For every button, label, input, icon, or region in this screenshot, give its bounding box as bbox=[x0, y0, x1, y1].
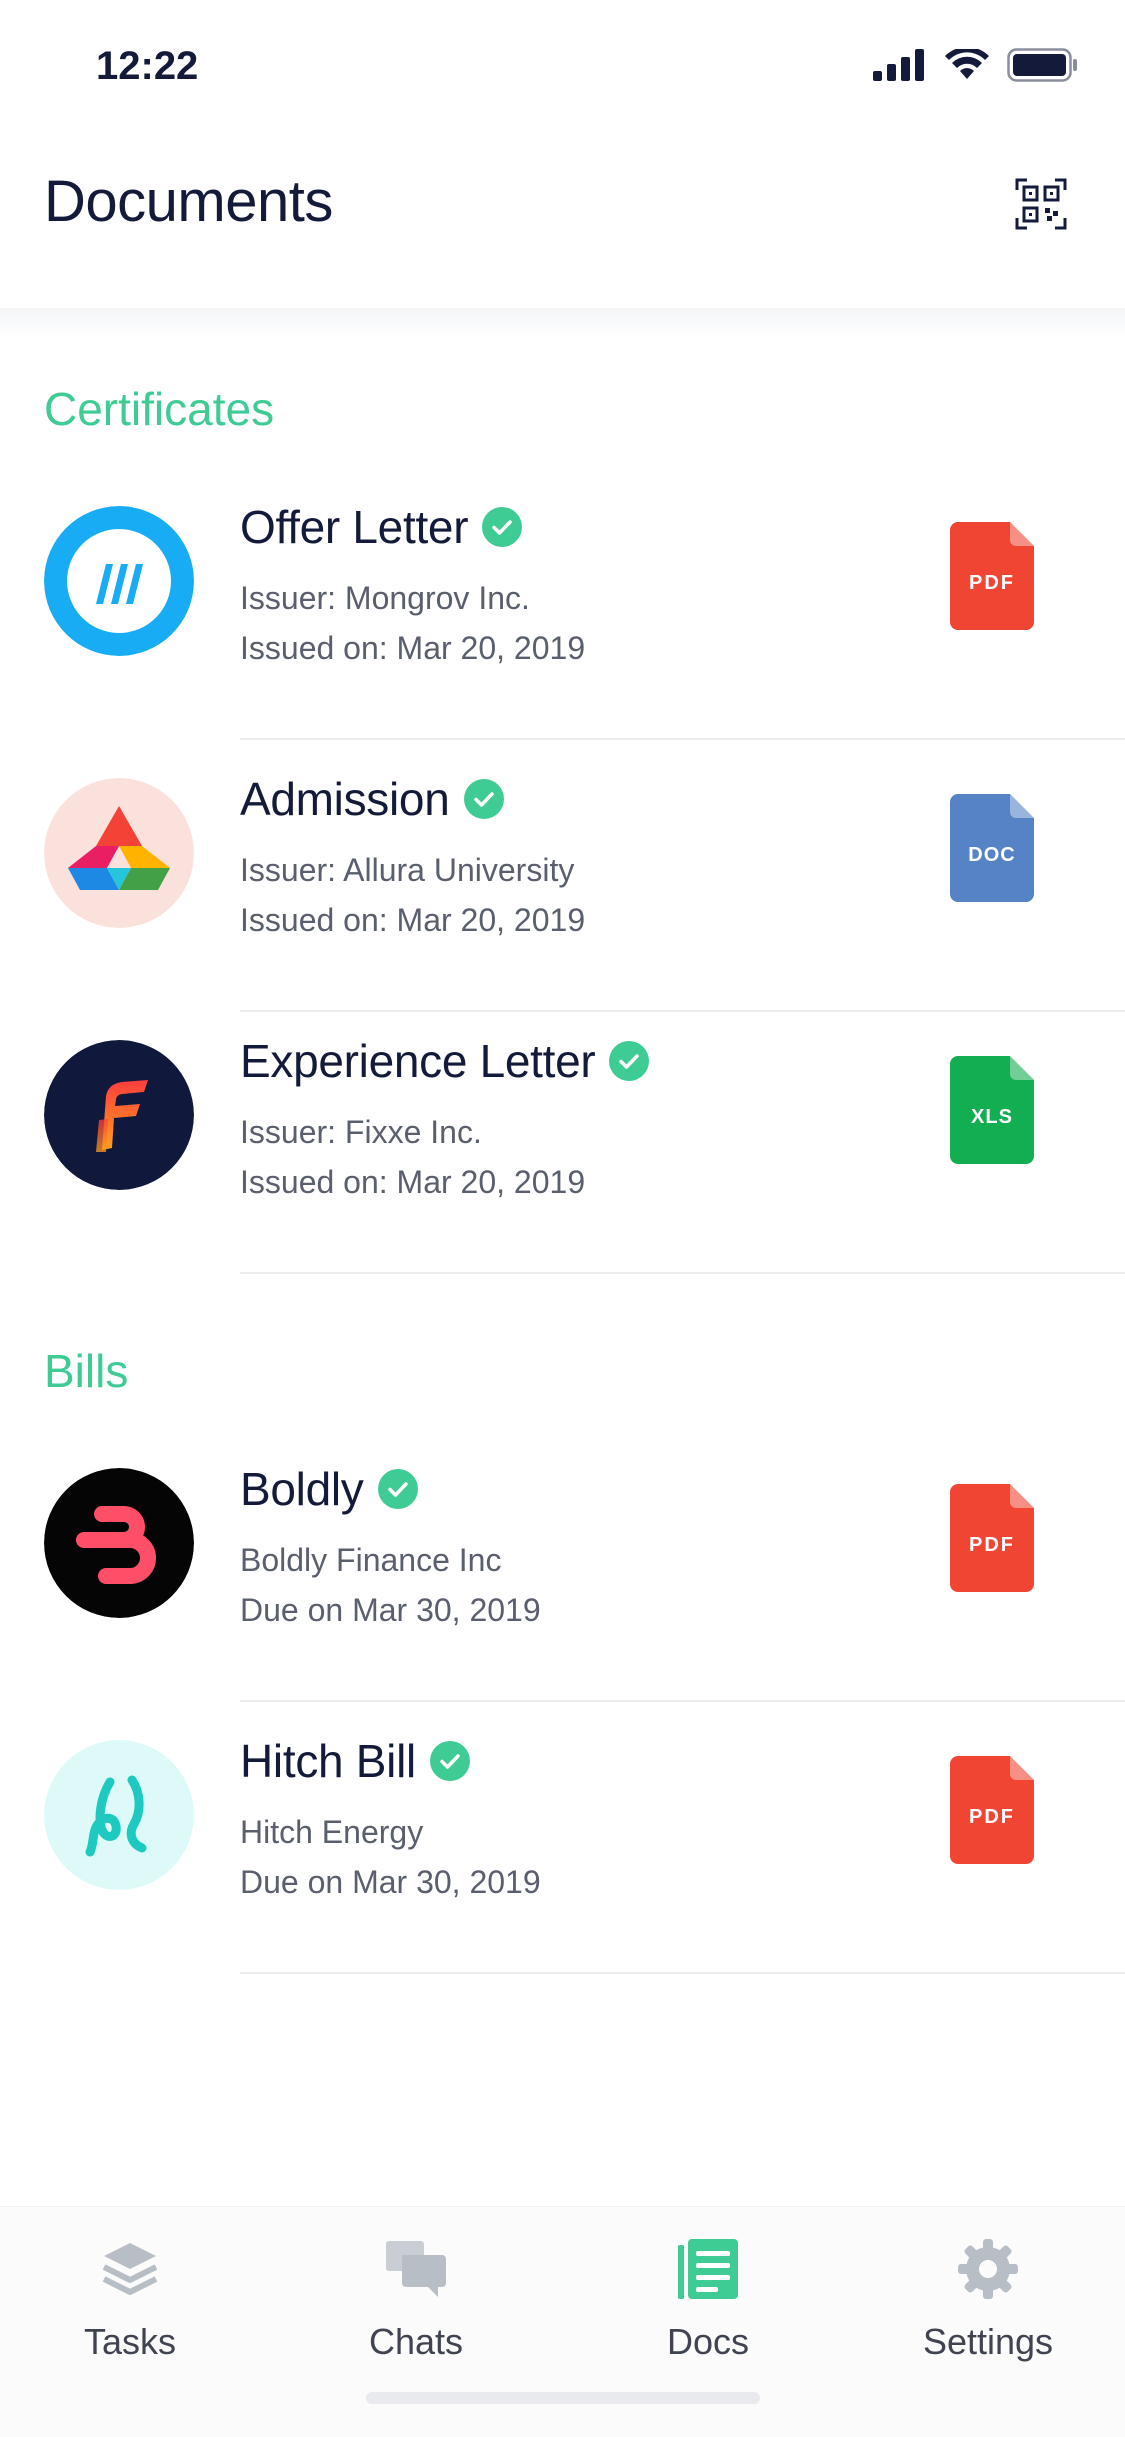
document-item-admission[interactable]: Admission Issuer: Allura University Issu… bbox=[0, 742, 1125, 1012]
signal-icon bbox=[873, 49, 924, 81]
pdf-file-icon[interactable]: PDF bbox=[950, 522, 1034, 630]
file-type-label: PDF bbox=[969, 572, 1015, 594]
document-due-date: Due on Mar 30, 2019 bbox=[240, 1864, 541, 1900]
status-icons bbox=[873, 48, 1079, 82]
header-shadow bbox=[0, 308, 1125, 338]
file-type-label: PDF bbox=[969, 1534, 1015, 1556]
document-title: Admission bbox=[240, 773, 450, 825]
file-type-label: DOC bbox=[968, 844, 1015, 866]
battery-icon bbox=[1007, 48, 1077, 82]
document-issuer: Boldly Finance Inc bbox=[240, 1542, 502, 1578]
document-issuer: Hitch Energy bbox=[240, 1814, 424, 1850]
document-title: Hitch Bill bbox=[240, 1735, 416, 1787]
document-title: Offer Letter bbox=[240, 501, 469, 553]
status-bar: 12:22 bbox=[0, 0, 1125, 140]
header: Documents bbox=[0, 140, 1125, 308]
divider bbox=[240, 738, 1125, 740]
layers-icon bbox=[102, 2243, 158, 2295]
document-date: Issued on: Mar 20, 2019 bbox=[240, 1164, 586, 1200]
document-due-date: Due on Mar 30, 2019 bbox=[240, 1592, 541, 1628]
document-item-offer-letter[interactable]: Offer Letter Issuer: Mongrov Inc. Issued… bbox=[0, 470, 1125, 740]
document-issuer: Issuer: Allura University bbox=[240, 852, 575, 888]
divider bbox=[240, 1972, 1125, 1974]
doc-file-icon[interactable]: DOC bbox=[950, 794, 1034, 902]
tab-docs[interactable]: Docs bbox=[608, 2237, 808, 2363]
document-title-row: Experience Letter bbox=[240, 1034, 650, 1088]
verified-check-icon bbox=[463, 779, 504, 819]
divider bbox=[240, 1272, 1125, 1274]
avatar-allura bbox=[44, 778, 194, 928]
verified-check-icon bbox=[609, 1041, 650, 1081]
gear-icon bbox=[958, 2239, 1018, 2299]
qr-code-icon bbox=[1015, 178, 1067, 230]
document-date: Issued on: Mar 20, 2019 bbox=[240, 902, 586, 938]
chat-bubbles-icon bbox=[386, 2241, 446, 2297]
verified-check-icon bbox=[482, 507, 523, 547]
avatar-mongrov bbox=[44, 506, 194, 656]
section-title-bills: Bills bbox=[44, 1345, 129, 1397]
document-issuer: Issuer: Mongrov Inc. bbox=[240, 580, 530, 616]
document-issuer: Issuer: Fixxe Inc. bbox=[240, 1114, 482, 1150]
qr-scan-button[interactable] bbox=[1015, 178, 1067, 230]
document-title-row: Admission bbox=[240, 772, 504, 826]
tab-label: Settings bbox=[922, 2321, 1054, 2362]
file-type-label: PDF bbox=[969, 1806, 1015, 1828]
document-title: Experience Letter bbox=[240, 1035, 596, 1087]
tab-settings[interactable]: Settings bbox=[888, 2237, 1088, 2363]
page-title: Documents bbox=[44, 169, 333, 234]
home-indicator bbox=[366, 2392, 760, 2404]
tab-label: Docs bbox=[666, 2321, 750, 2362]
tab-tasks[interactable]: Tasks bbox=[30, 2237, 230, 2363]
wifi-icon bbox=[945, 49, 989, 79]
pdf-file-icon[interactable]: PDF bbox=[950, 1484, 1034, 1592]
document-item-experience-letter[interactable]: Experience Letter Issuer: Fixxe Inc. Iss… bbox=[0, 1004, 1125, 1274]
pdf-file-icon[interactable]: PDF bbox=[950, 1756, 1034, 1864]
verified-check-icon bbox=[429, 1741, 470, 1781]
document-item-boldly[interactable]: Boldly Boldly Finance Inc Due on Mar 30,… bbox=[0, 1432, 1125, 1702]
avatar-fixxe bbox=[44, 1040, 194, 1190]
document-title: Boldly bbox=[240, 1463, 364, 1515]
document-title-row: Boldly bbox=[240, 1462, 418, 1516]
document-title-row: Offer Letter bbox=[240, 500, 523, 554]
document-item-hitch-bill[interactable]: Hitch Bill Hitch Energy Due on Mar 30, 2… bbox=[0, 1704, 1125, 1974]
section-title-certificates: Certificates bbox=[44, 383, 275, 435]
document-date: Issued on: Mar 20, 2019 bbox=[240, 630, 586, 666]
status-time: 12:22 bbox=[96, 44, 199, 88]
avatar-boldly bbox=[44, 1468, 194, 1618]
document-list-icon bbox=[678, 2239, 738, 2299]
document-title-row: Hitch Bill bbox=[240, 1734, 470, 1788]
tab-chats[interactable]: Chats bbox=[316, 2237, 516, 2363]
tab-label: Chats bbox=[368, 2321, 464, 2362]
tab-label: Tasks bbox=[83, 2321, 177, 2362]
avatar-hitch bbox=[44, 1740, 194, 1890]
divider bbox=[240, 1700, 1125, 1702]
xls-file-icon[interactable]: XLS bbox=[950, 1056, 1034, 1164]
file-type-label: XLS bbox=[971, 1106, 1013, 1128]
verified-check-icon bbox=[377, 1469, 418, 1509]
